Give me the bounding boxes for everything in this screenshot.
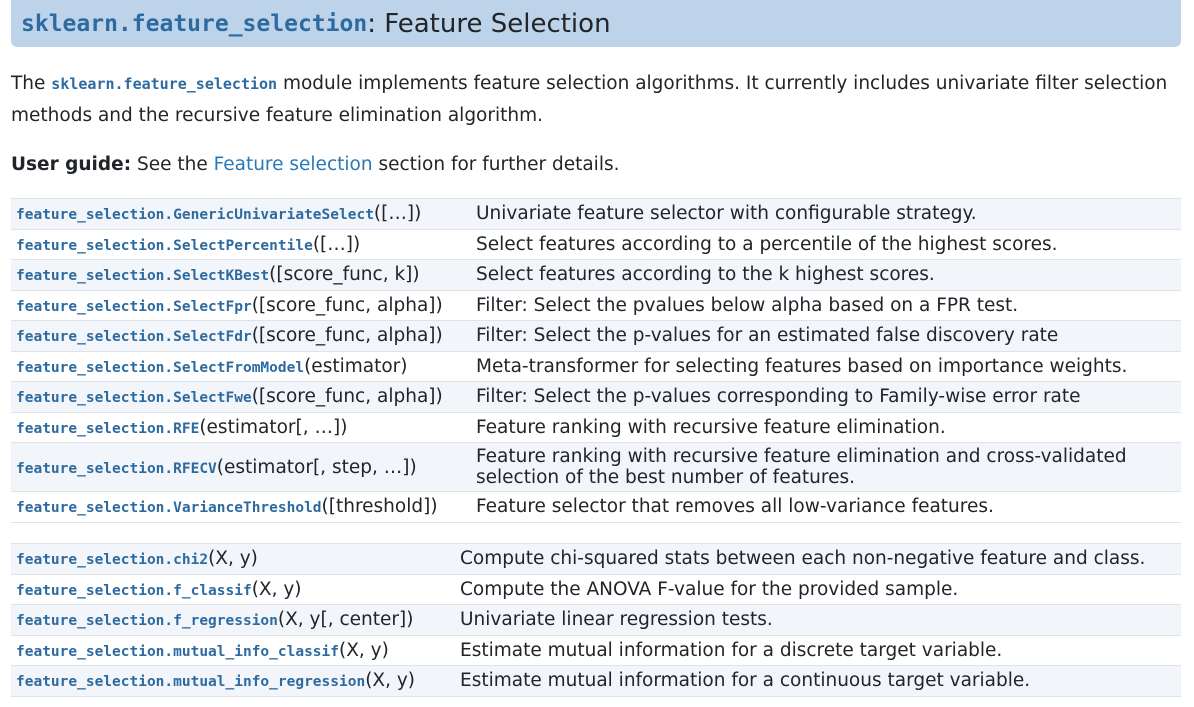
api-entry-signature: (estimator) [304, 355, 408, 377]
table-row: feature_selection.mutual_info_classif(X,… [11, 634, 1181, 666]
api-entry-name[interactable]: feature_selection.mutual_info_classif [16, 644, 339, 660]
api-entry-description: Filter: Select the p-values for an estim… [471, 320, 1181, 351]
api-entry-link[interactable]: feature_selection.SelectFwe([score_func,… [11, 381, 471, 412]
api-entry-name[interactable]: feature_selection.f_regression [16, 613, 278, 629]
api-entry-description: Meta-transformer for selecting features … [471, 350, 1181, 382]
api-entry-signature: (X, y) [251, 578, 302, 600]
api-entry-name[interactable]: feature_selection.SelectFwe [16, 390, 252, 406]
api-entry-signature: (X, y[, center]) [277, 609, 414, 631]
api-entry-link[interactable]: feature_selection.mutual_info_classif(X,… [11, 634, 455, 666]
api-entry-signature: (X, y) [208, 548, 258, 570]
api-entry-link[interactable]: feature_selection.GenericUnivariateSelec… [11, 198, 471, 229]
table-row: feature_selection.VarianceThreshold([thr… [11, 491, 1181, 523]
api-entry-signature: ([…]) [312, 233, 361, 255]
api-entry-link[interactable]: feature_selection.RFECV(estimator[, step… [11, 442, 471, 492]
api-entry-description: Compute the ANOVA F-value for the provid… [455, 573, 1181, 605]
table-row: feature_selection.SelectFromModel(estima… [11, 350, 1181, 382]
api-entry-link[interactable]: feature_selection.SelectKBest([score_fun… [11, 259, 471, 290]
api-entry-signature: ([score_func, alpha]) [251, 386, 443, 408]
api-entry-description: Select features according to a percentil… [471, 228, 1181, 260]
table-row: feature_selection.mutual_info_regression… [11, 665, 1181, 697]
api-entry-link[interactable]: feature_selection.mutual_info_regression… [11, 665, 455, 697]
api-entry-name[interactable]: feature_selection.SelectFromModel [16, 360, 304, 376]
table-row: feature_selection.chi2(X, y) Compute chi-… [11, 543, 1181, 574]
api-entry-name[interactable]: feature_selection.chi2 [16, 552, 208, 568]
api-entry-name[interactable]: feature_selection.mutual_info_regression [16, 674, 365, 690]
api-entry-link[interactable]: feature_selection.f_classif(X, y) [11, 573, 455, 605]
table-row: feature_selection.SelectPercentile([…]) S… [11, 228, 1181, 260]
api-entry-name[interactable]: feature_selection.SelectKBest [16, 268, 269, 284]
table-row: feature_selection.GenericUnivariateSelec… [11, 198, 1181, 229]
table-row: feature_selection.SelectKBest([score_fun… [11, 259, 1181, 290]
api-entry-description: Univariate linear regression tests. [455, 604, 1181, 635]
api-entry-name[interactable]: feature_selection.SelectFpr [16, 299, 252, 315]
page-title: sklearn.feature_selection: Feature Selec… [11, 0, 1181, 47]
selector-classes-table: feature_selection.GenericUnivariateSelec… [11, 198, 1181, 523]
user-guide-note: User guide: See the Feature selection se… [11, 149, 1181, 180]
api-entry-name[interactable]: feature_selection.VarianceThreshold [16, 500, 322, 516]
api-entry-signature: ([threshold]) [321, 496, 438, 518]
api-entry-description: Estimate mutual information for a discre… [455, 634, 1181, 666]
api-entry-name[interactable]: feature_selection.SelectPercentile [16, 238, 313, 254]
api-entry-description: Feature ranking with recursive feature e… [471, 411, 1181, 443]
page-title-text: : Feature Selection [367, 8, 611, 39]
table-row: feature_selection.SelectFpr([score_func,… [11, 289, 1181, 321]
api-entry-description: Univariate feature selector with configu… [471, 198, 1181, 229]
api-entry-name[interactable]: feature_selection.RFE [16, 421, 199, 437]
table-row: feature_selection.f_regression(X, y[, ce… [11, 604, 1181, 635]
table-row: feature_selection.f_classif(X, y) Compute… [11, 573, 1181, 605]
api-entry-signature: (estimator[, …]) [199, 416, 348, 438]
api-entry-link[interactable]: feature_selection.SelectFpr([score_func,… [11, 289, 471, 321]
api-entry-link[interactable]: feature_selection.f_regression(X, y[, ce… [11, 604, 455, 635]
table-row: feature_selection.SelectFwe([score_func,… [11, 381, 1181, 412]
intro-paragraph: The sklearn.feature_selection module imp… [11, 68, 1181, 131]
api-entry-name[interactable]: feature_selection.f_classif [16, 583, 252, 599]
api-entry-link[interactable]: feature_selection.SelectFromModel(estima… [11, 350, 471, 382]
intro-module-code[interactable]: sklearn.feature_selection [51, 75, 277, 93]
api-entry-link[interactable]: feature_selection.RFE(estimator[, …]) [11, 411, 471, 443]
api-entry-description: Feature ranking with recursive feature e… [471, 442, 1181, 492]
api-entry-signature: ([…]) [373, 203, 422, 225]
api-entry-description: Filter: Select the pvalues below alpha b… [471, 289, 1181, 321]
api-entry-link[interactable]: feature_selection.chi2(X, y) [11, 543, 455, 574]
api-entry-signature: (estimator[, step, …]) [216, 456, 417, 478]
user-guide-label: User guide: [11, 154, 132, 175]
api-entry-signature: ([score_func, alpha]) [251, 325, 443, 347]
scoring-functions-table: feature_selection.chi2(X, y) Compute chi-… [11, 543, 1181, 697]
api-entry-name[interactable]: feature_selection.SelectFdr [16, 329, 252, 345]
api-entry-description: Feature selector that removes all low-va… [471, 491, 1181, 523]
feature-selection-guide-link[interactable]: Feature selection [214, 154, 373, 175]
api-entry-description: Compute chi-squared stats between each n… [455, 543, 1181, 574]
api-entry-name[interactable]: feature_selection.RFECV [16, 461, 217, 477]
api-entry-signature: (X, y) [365, 670, 416, 692]
api-entry-link[interactable]: feature_selection.SelectFdr([score_func,… [11, 320, 471, 351]
api-entry-signature: ([score_func, alpha]) [251, 294, 443, 316]
api-entry-description: Estimate mutual information for a contin… [455, 665, 1181, 697]
api-entry-description: Filter: Select the p-values correspondin… [471, 381, 1181, 412]
api-entry-signature: ([score_func, k]) [269, 264, 420, 286]
api-entry-name[interactable]: feature_selection.GenericUnivariateSelec… [16, 207, 374, 223]
api-entry-description: Select features according to the k highe… [471, 259, 1181, 290]
table-row: feature_selection.RFE(estimator[, …]) Fea… [11, 411, 1181, 443]
user-guide-before: See the [131, 154, 214, 175]
intro-prefix: The [11, 73, 52, 94]
api-entry-link[interactable]: feature_selection.VarianceThreshold([thr… [11, 491, 471, 523]
table-row: feature_selection.RFECV(estimator[, step… [11, 442, 1181, 492]
table-row: feature_selection.SelectFdr([score_func,… [11, 320, 1181, 351]
page-title-module[interactable]: sklearn.feature_selection [21, 11, 367, 37]
api-entry-signature: (X, y) [339, 639, 389, 661]
api-entry-link[interactable]: feature_selection.SelectPercentile([…]) [11, 228, 471, 260]
user-guide-after: section for further details. [372, 154, 620, 175]
